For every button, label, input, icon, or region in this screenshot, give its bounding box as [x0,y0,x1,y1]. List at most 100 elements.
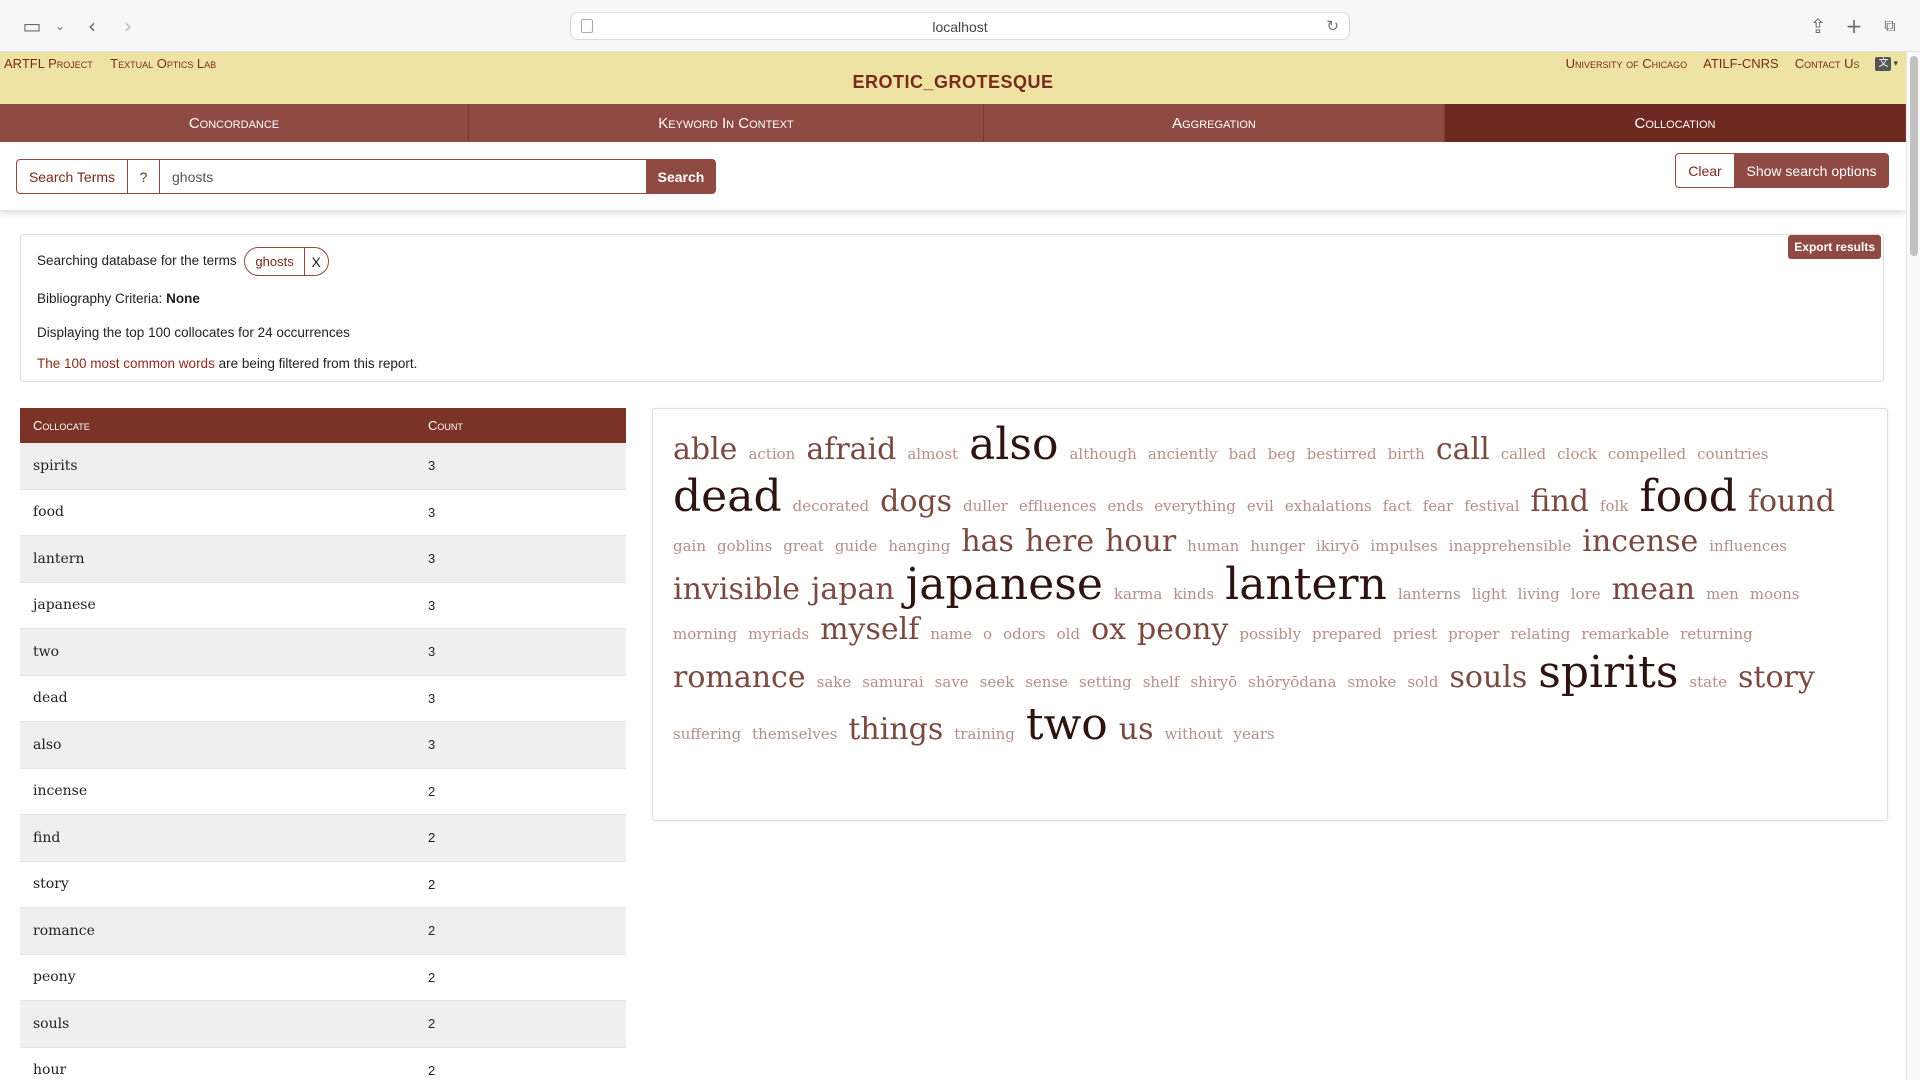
cloud-word[interactable]: goblins [717,539,772,554]
cloud-word[interactable]: folk [1600,499,1628,514]
cloud-word[interactable]: decorated [793,499,870,514]
collocate-cell[interactable]: peony [20,969,428,985]
cloud-word[interactable]: everything [1154,499,1236,514]
collocate-cell[interactable]: food [20,504,428,520]
cloud-word[interactable]: lanterns [1398,587,1461,602]
collocate-cell[interactable]: dead [20,690,428,706]
tab-concordance[interactable]: Concordance [0,104,469,142]
cloud-word[interactable]: priest [1393,627,1437,642]
cloud-word[interactable]: food [1639,475,1736,519]
cloud-word[interactable]: countries [1697,447,1768,462]
contact-link[interactable]: Contact Us [1795,56,1860,71]
cloud-word[interactable]: great [783,539,824,554]
cloud-word[interactable]: save [935,675,969,690]
cloud-word[interactable]: samurai [862,675,923,690]
cloud-word[interactable]: hunger [1250,539,1305,554]
cloud-word[interactable]: dogs [880,487,952,517]
cloud-word[interactable]: here [1025,527,1094,557]
tab-collocation[interactable]: Collocation [1445,104,1906,142]
cloud-word[interactable]: japanese [906,563,1103,607]
cloud-word[interactable]: sake [817,675,852,690]
cloud-word[interactable]: has [961,527,1014,557]
cloud-word[interactable]: also [969,423,1058,467]
cloud-word[interactable]: men [1706,587,1739,602]
collocate-cell[interactable]: japanese [20,597,428,613]
cloud-word[interactable]: karma [1114,587,1162,602]
cloud-word[interactable]: found [1748,487,1835,517]
common-words-link[interactable]: The 100 most common words [37,356,215,371]
page-scrollbar[interactable] [1906,52,1920,1080]
cloud-word[interactable]: mean [1612,575,1695,605]
table-row[interactable]: incense 2 [20,768,626,815]
cloud-word[interactable]: suffering [673,727,741,742]
cloud-word[interactable]: bad [1228,447,1256,462]
cloud-word[interactable]: sense [1025,675,1068,690]
table-row[interactable]: spirits 3 [20,443,626,490]
scrollbar-thumb[interactable] [1910,56,1918,256]
cloud-word[interactable]: seek [980,675,1015,690]
cloud-word[interactable]: action [748,447,795,462]
table-row[interactable]: two 3 [20,629,626,676]
cloud-word[interactable]: inapprehensible [1449,539,1572,554]
cloud-word[interactable]: impulses [1370,539,1437,554]
back-icon[interactable]: ‹ [78,12,106,40]
cloud-word[interactable]: myriads [748,627,809,642]
table-row[interactable]: hour 2 [20,1047,626,1080]
cloud-word[interactable]: us [1119,715,1154,745]
cloud-word[interactable]: human [1187,539,1239,554]
table-row[interactable]: romance 2 [20,908,626,955]
cloud-word[interactable]: sold [1407,675,1438,690]
cloud-word[interactable]: exhalations [1285,499,1372,514]
site-title[interactable]: EROTIC_GROTESQUE [0,72,1906,93]
language-selector[interactable]: 文 ▾ [1875,56,1898,71]
collocate-cell[interactable]: romance [20,923,428,939]
cloud-word[interactable]: called [1501,447,1546,462]
collocate-cell[interactable]: lantern [20,551,428,567]
cloud-word[interactable]: things [848,715,943,745]
cloud-word[interactable]: odors [1003,627,1046,642]
table-row[interactable]: story 2 [20,861,626,908]
atilf-link[interactable]: ATILF-CNRS [1703,56,1779,71]
cloud-word[interactable]: two [1026,703,1108,747]
cloud-word[interactable]: guide [835,539,878,554]
cloud-word[interactable]: compelled [1608,447,1686,462]
tabs-overview-icon[interactable]: ⧉ [1876,12,1904,40]
cloud-word[interactable]: light [1472,587,1507,602]
table-row[interactable]: dead 3 [20,675,626,722]
collocate-cell[interactable]: story [20,876,428,892]
cloud-word[interactable]: years [1234,727,1275,742]
cloud-word[interactable]: clock [1557,447,1597,462]
cloud-word[interactable]: relating [1511,627,1571,642]
cloud-word[interactable]: dead [673,475,782,519]
cloud-word[interactable]: able [673,435,737,465]
share-icon[interactable]: ⇪ [1804,12,1832,40]
cloud-word[interactable]: shelf [1143,675,1180,690]
cloud-word[interactable]: living [1518,587,1560,602]
cloud-word[interactable]: call [1436,435,1490,465]
cloud-word[interactable]: name [930,627,972,642]
forward-icon[interactable]: › [114,12,142,40]
table-row[interactable]: japanese 3 [20,582,626,629]
collocate-cell[interactable]: two [20,644,428,660]
cloud-word[interactable]: incense [1582,527,1698,557]
cloud-word[interactable]: hanging [888,539,950,554]
cloud-word[interactable]: shōryōdana [1248,675,1336,690]
cloud-word[interactable]: setting [1079,675,1132,690]
address-bar[interactable]: localhost ↻ [570,12,1350,40]
cloud-word[interactable]: lantern [1225,563,1387,607]
cloud-word[interactable]: find [1530,487,1589,517]
cloud-word[interactable]: moons [1750,587,1800,602]
cloud-word[interactable]: souls [1449,663,1527,693]
table-row[interactable]: find 2 [20,815,626,862]
tab-kwic[interactable]: Keyword In Context [469,104,984,142]
artfl-link[interactable]: ARTFL Project [4,56,93,71]
cloud-word[interactable]: possibly [1239,627,1301,642]
export-results-button[interactable]: Export results [1788,235,1881,259]
cloud-word[interactable]: story [1738,663,1815,693]
cloud-word[interactable]: remarkable [1581,627,1669,642]
cloud-word[interactable]: without [1164,727,1222,742]
cloud-word[interactable]: gain [673,539,706,554]
cloud-word[interactable]: duller [963,499,1008,514]
cloud-word[interactable]: training [954,727,1015,742]
textual-optics-link[interactable]: Textual Optics Lab [110,56,216,71]
